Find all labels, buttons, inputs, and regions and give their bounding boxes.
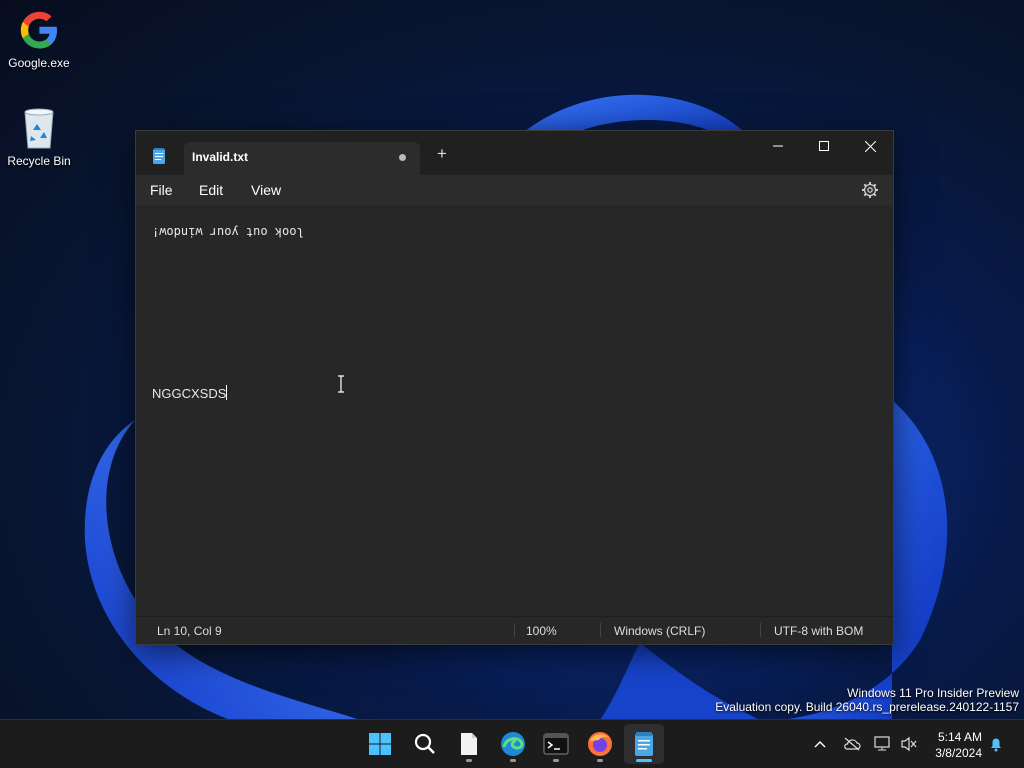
evaluation-watermark: Windows 11 Pro Insider Preview Evaluatio… <box>715 686 1019 714</box>
editor-line-text: NGGCXSDS <box>152 386 227 401</box>
taskbar-terminal[interactable] <box>536 724 576 764</box>
maximize-icon <box>819 141 829 151</box>
menu-bar: File Edit View <box>136 175 893 205</box>
editor-line-upside-down: look out your window! <box>152 225 304 239</box>
cloud-offline-icon <box>844 737 861 751</box>
clock-date: 3/8/2024 <box>935 746 982 760</box>
minimize-icon <box>773 145 783 147</box>
status-divider <box>514 623 515 637</box>
running-indicator <box>510 759 516 762</box>
desktop-icon-google[interactable]: Google.exe <box>6 8 72 70</box>
status-divider <box>600 623 601 637</box>
terminal-icon <box>543 733 569 755</box>
network-icon <box>874 736 890 751</box>
close-button[interactable] <box>847 131 893 161</box>
close-icon <box>864 140 876 152</box>
google-icon <box>17 8 61 52</box>
search-icon <box>414 733 435 754</box>
editor-line: NGGCXSDS <box>152 385 228 401</box>
menu-view[interactable]: View <box>251 182 281 198</box>
taskbar: 5:14 AM 3/8/2024 <box>0 719 1024 768</box>
tab-invalid-txt[interactable]: Invalid.txt <box>184 142 420 175</box>
chevron-up-icon <box>814 741 826 748</box>
taskbar-edge[interactable] <box>493 724 533 764</box>
tray-volume-muted[interactable] <box>898 720 920 768</box>
minimize-button[interactable] <box>755 131 801 161</box>
status-line-ending: Windows (CRLF) <box>614 624 706 638</box>
recycle-bin-icon <box>17 106 61 150</box>
taskbar-firefox[interactable] <box>580 724 620 764</box>
edge-icon <box>501 732 525 756</box>
unsaved-indicator[interactable] <box>399 154 406 161</box>
menu-file[interactable]: File <box>150 182 173 198</box>
search-button[interactable] <box>405 724 445 764</box>
firefox-icon <box>588 732 612 756</box>
notifications-button[interactable] <box>985 720 1007 768</box>
start-button[interactable] <box>360 724 400 764</box>
new-tab-button[interactable]: + <box>437 145 447 162</box>
desktop-icon-recycle-bin[interactable]: Recycle Bin <box>6 106 72 168</box>
status-divider <box>760 623 761 637</box>
desktop-icon-label: Recycle Bin <box>7 154 71 168</box>
taskbar-file[interactable] <box>449 724 489 764</box>
taskbar-clock[interactable]: 5:14 AM 3/8/2024 <box>935 729 982 761</box>
status-encoding: UTF-8 with BOM <box>774 624 864 638</box>
notepad-icon <box>635 732 653 756</box>
settings-gear-icon[interactable] <box>861 181 879 199</box>
ibeam-cursor-icon <box>338 375 344 393</box>
watermark-line1: Windows 11 Pro Insider Preview <box>847 686 1019 700</box>
start-icon <box>369 733 391 755</box>
status-bar: Ln 10, Col 9 100% Windows (CRLF) UTF-8 w… <box>136 616 893 644</box>
watermark-line2: Evaluation copy. Build 26040.rs_prerelea… <box>715 700 1019 714</box>
running-indicator <box>597 759 603 762</box>
show-hidden-icons-button[interactable] <box>810 720 830 768</box>
speaker-muted-icon <box>901 736 917 752</box>
text-editor[interactable]: look out your window! NGGCXSDS <box>136 205 893 617</box>
bell-icon <box>991 738 1001 752</box>
tab-title: Invalid.txt <box>192 150 249 164</box>
status-position: Ln 10, Col 9 <box>157 624 222 638</box>
maximize-button[interactable] <box>801 131 847 161</box>
menu-edit[interactable]: Edit <box>199 182 223 198</box>
taskbar-notepad[interactable] <box>624 724 664 764</box>
tray-network-offline[interactable] <box>840 720 864 768</box>
active-indicator <box>636 759 652 762</box>
running-indicator <box>466 759 472 762</box>
tray-network[interactable] <box>872 720 894 768</box>
title-bar[interactable]: Invalid.txt + <box>136 131 893 175</box>
file-icon <box>461 733 477 755</box>
notepad-icon <box>153 148 165 164</box>
running-indicator <box>553 759 559 762</box>
desktop-icon-label: Google.exe <box>8 56 70 70</box>
text-caret <box>226 385 228 400</box>
notepad-window: Invalid.txt + File Edit View look out yo… <box>135 130 894 645</box>
status-zoom: 100% <box>526 624 557 638</box>
clock-time: 5:14 AM <box>937 730 982 744</box>
